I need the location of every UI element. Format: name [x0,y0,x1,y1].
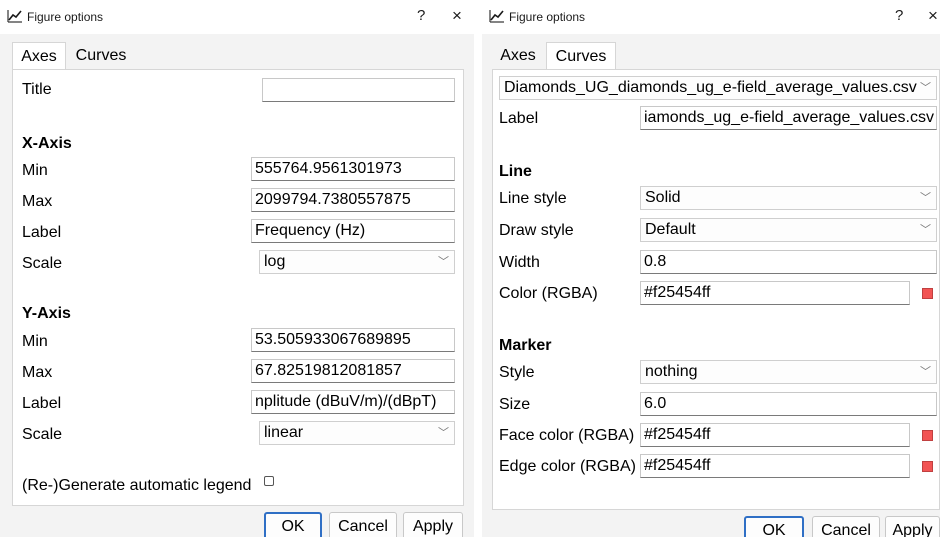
tab-axes[interactable]: Axes [492,42,544,70]
x-scale-label: Scale [22,255,63,272]
y-label-label: Label [22,395,62,412]
chevron-down-icon: ﹀ [438,256,449,268]
y-scale-select[interactable]: linear ﹀ [259,421,455,445]
tab-curves[interactable]: Curves [68,42,134,70]
edge-color-label: Edge color (RGBA) [499,458,636,475]
title-bar: Figure options ? × [0,0,474,34]
color-swatch-icon[interactable] [922,461,933,472]
y-max-label: Max [22,364,53,381]
marker-size-label: Size [499,396,531,413]
marker-style-value: nothing [645,363,698,380]
y-scale-value: linear [264,424,304,441]
y-max-input[interactable]: 67.82519812081857 [251,359,455,383]
window-title: Figure options [27,10,104,24]
title-bar: Figure options ? × [482,0,940,34]
ok-button[interactable]: OK [264,512,322,537]
window-title: Figure options [509,10,586,24]
x-scale-value: log [264,253,286,270]
close-button[interactable]: × [928,6,938,26]
y-scale-label: Scale [22,426,63,443]
chevron-down-icon: ﹀ [920,192,931,204]
x-label-label: Label [22,224,62,241]
marker-style-select[interactable]: nothing ﹀ [640,360,937,384]
draw-style-value: Default [645,221,696,238]
marker-size-input[interactable]: 6.0 [640,392,937,416]
curve-select-value: Diamonds_UG_diamonds_ug_e-field_average_… [504,79,917,96]
line-width-label: Width [499,254,540,271]
curve-label-label: Label [499,110,539,127]
x-max-label: Max [22,193,53,210]
chart-line-icon [7,10,22,23]
apply-button[interactable]: Apply [403,512,463,537]
close-button[interactable]: × [452,6,462,26]
x-min-label: Min [22,162,48,179]
line-header: Line [499,163,532,180]
figure-options-dialog-axes: Figure options ? × Axes Curves Title X-A… [0,0,474,537]
line-color-input[interactable]: #f25454ff [640,281,910,305]
title-label: Title [22,81,52,98]
face-color-label: Face color (RGBA) [499,427,635,444]
tab-axes[interactable]: Axes [12,42,66,70]
color-swatch-icon[interactable] [922,288,933,299]
legend-label: (Re-)Generate automatic legend [22,477,252,494]
chevron-down-icon: ﹀ [438,427,449,439]
chevron-down-icon: ﹀ [920,82,931,94]
marker-header: Marker [499,337,552,354]
draw-style-label: Draw style [499,222,574,239]
tab-curves[interactable]: Curves [546,42,616,70]
draw-style-select[interactable]: Default ﹀ [640,218,937,242]
line-style-value: Solid [645,189,681,206]
color-swatch-icon[interactable] [922,430,933,441]
y-min-input[interactable]: 53.505933067689895 [251,328,455,352]
x-min-input[interactable]: 555764.9561301973 [251,157,455,181]
line-width-input[interactable]: 0.8 [640,250,937,274]
chevron-down-icon: ﹀ [920,224,931,236]
title-input[interactable] [262,78,455,102]
chart-line-icon [489,10,504,23]
line-style-select[interactable]: Solid ﹀ [640,186,937,210]
cancel-button[interactable]: Cancel [812,516,880,537]
curve-label-input[interactable]: iamonds_ug_e-field_average_values.csv [640,106,937,130]
curve-select[interactable]: Diamonds_UG_diamonds_ug_e-field_average_… [499,76,937,100]
y-axis-header: Y-Axis [22,305,71,322]
apply-button[interactable]: Apply [885,516,940,537]
x-scale-select[interactable]: log ﹀ [259,250,455,274]
line-style-label: Line style [499,190,567,207]
marker-style-label: Style [499,364,535,381]
y-label-input[interactable]: nplitude (dBuV/m)/(dBpT) [251,390,455,414]
y-min-label: Min [22,333,48,350]
x-max-input[interactable]: 2099794.7380557875 [251,188,455,212]
cancel-button[interactable]: Cancel [329,512,397,537]
legend-checkbox[interactable] [264,476,274,486]
face-color-input[interactable]: #f25454ff [640,423,910,447]
figure-options-dialog-curves: Figure options ? × Axes Curves Diamonds_… [482,0,940,537]
help-button[interactable]: ? [417,7,425,24]
help-button[interactable]: ? [895,7,903,24]
x-axis-header: X-Axis [22,135,72,152]
x-label-input[interactable]: Frequency (Hz) [251,219,455,243]
chevron-down-icon: ﹀ [920,366,931,378]
line-color-label: Color (RGBA) [499,285,598,302]
edge-color-input[interactable]: #f25454ff [640,454,910,478]
ok-button[interactable]: OK [744,516,804,537]
